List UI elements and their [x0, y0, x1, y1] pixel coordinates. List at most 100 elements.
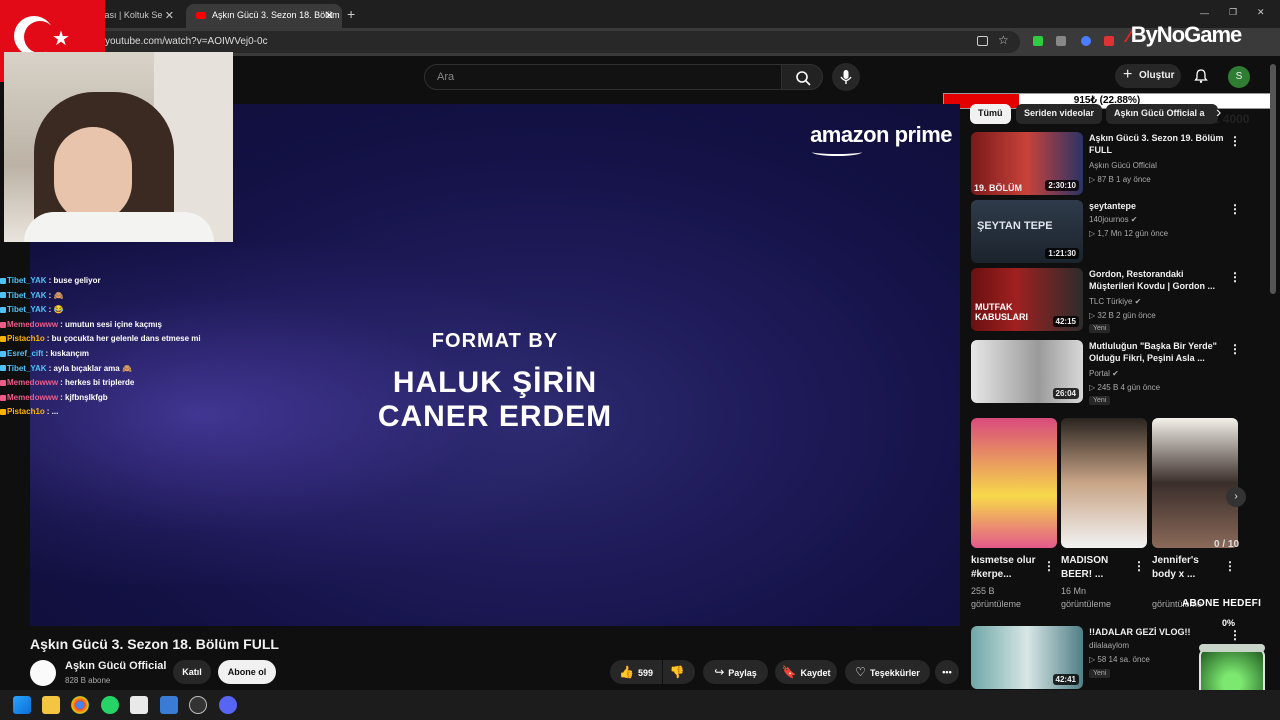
photos-icon[interactable] [160, 696, 178, 714]
more-vert-icon[interactable]: ⋮ [1224, 559, 1236, 573]
new-tab-button[interactable]: + [347, 6, 355, 22]
windows-start-icon[interactable] [13, 696, 31, 714]
recommendation-item[interactable]: MUTFAK KABUSLARI 42:15 Gordon, Restorand… [971, 268, 1261, 333]
video-meta: ▷ 1,7 Mn 12 gün önce [1089, 229, 1169, 238]
shorts-next-button[interactable]: › [1226, 487, 1246, 507]
short-thumbnail[interactable] [971, 418, 1057, 548]
chat-username: Tibet_YAK [7, 290, 47, 300]
url-field[interactable]: youtube.com/watch?v=AOIWVej0-0c [90, 31, 1020, 53]
file-explorer-icon[interactable] [42, 696, 60, 714]
short-title[interactable]: Jennifer's body x ... [1152, 554, 1222, 582]
obs-icon[interactable] [189, 696, 207, 714]
chip-series[interactable]: Seriden videolar [1016, 104, 1103, 124]
channel-name[interactable]: Portal ✔ [1089, 369, 1119, 378]
channel-name[interactable]: dilalaaylom [1089, 641, 1129, 650]
video-thumbnail[interactable]: 19. BÖLÜM 2:30:10 [971, 132, 1083, 195]
save-button[interactable]: 🔖 Kaydet [775, 660, 837, 684]
minimize-button[interactable]: — [1200, 8, 1209, 18]
chip-all[interactable]: Tümü [970, 104, 1011, 124]
video-thumbnail[interactable]: 42:41 [971, 626, 1083, 689]
short-title[interactable]: kısmetse olur #kerpe... [971, 554, 1041, 582]
subscribe-button[interactable]: Abone ol [218, 660, 276, 684]
extension-icon[interactable] [1056, 36, 1066, 46]
new-badge: Yeni [1089, 396, 1111, 405]
extension-icon[interactable] [1033, 36, 1043, 46]
video-meta: ▷ 32 B 2 gün önce [1089, 311, 1156, 320]
chrome-icon[interactable] [71, 696, 89, 714]
chat-message: Memedowww: kjfbnşlkfgb [0, 393, 230, 408]
video-duration: 1:21:30 [1045, 248, 1079, 259]
notifications-bell-icon[interactable] [1193, 68, 1209, 84]
account-avatar[interactable]: S [1228, 66, 1250, 88]
video-title[interactable]: Gordon, Restorandaki Müşterileri Kovdu |… [1089, 268, 1229, 292]
close-tab-icon[interactable]: ✕ [325, 9, 334, 22]
close-window-button[interactable]: ✕ [1257, 7, 1265, 18]
short-thumbnail[interactable] [1061, 418, 1147, 548]
more-vert-icon[interactable]: ⋮ [1229, 342, 1241, 356]
more-vert-icon[interactable]: ⋮ [1229, 134, 1241, 148]
discord-icon[interactable] [219, 696, 237, 714]
close-tab-icon[interactable]: ✕ [165, 9, 174, 22]
thanks-label: Teşekkürler [869, 668, 920, 678]
bookmark-star-icon[interactable]: ☆ [998, 33, 1009, 47]
recommendation-item[interactable]: 26:04 Mutluluğun "Başka Bir Yerde" Olduğ… [971, 340, 1261, 405]
voice-search-button[interactable] [832, 63, 860, 91]
more-vert-icon[interactable]: ⋮ [1133, 559, 1145, 573]
join-button[interactable]: Katıl [173, 660, 211, 684]
more-vert-icon[interactable]: ⋮ [1229, 270, 1241, 284]
channel-name[interactable]: Aşkın Gücü Official [65, 660, 166, 672]
video-title[interactable]: şeytantepe [1089, 200, 1229, 212]
video-title[interactable]: Mutluluğun "Başka Bir Yerde" Olduğu Fikr… [1089, 340, 1229, 364]
video-thumbnail[interactable]: 26:04 [971, 340, 1083, 403]
channel-name[interactable]: TLC Türkiye ✔ [1089, 297, 1141, 306]
channel-subscribers: 828 B abone [65, 676, 111, 685]
user-badge-icon [0, 350, 6, 357]
whatsapp-icon[interactable] [101, 696, 119, 714]
thumbnail-badge: ŞEYTAN TEPE [977, 220, 1053, 232]
like-button[interactable]: 👍 599 [610, 660, 662, 684]
share-button[interactable]: ↪ Paylaş [703, 660, 768, 684]
video-title[interactable]: !!ADALAR GEZİ VLOG!! [1089, 626, 1229, 638]
recommendation-item[interactable]: ŞEYTAN TEPE 1:21:30 şeytantepe 140journo… [971, 200, 1261, 264]
search-button[interactable] [781, 64, 823, 90]
short-title[interactable]: MADISON BEER! ... [1061, 554, 1131, 582]
short-item[interactable]: Jennifer's body x ... görüntüleme ⋮ [1152, 418, 1238, 611]
short-thumbnail[interactable] [1152, 418, 1238, 548]
bynogame-watermark: ⁄ByNoGame [1128, 22, 1242, 48]
create-button[interactable]: + Oluştur [1115, 64, 1181, 88]
more-vert-icon[interactable]: ⋮ [1043, 559, 1055, 573]
extension-icon[interactable] [1104, 36, 1114, 46]
thanks-button[interactable]: ♡ Teşekkürler [845, 660, 930, 684]
video-thumbnail[interactable]: MUTFAK KABUSLARI 42:15 [971, 268, 1083, 331]
chat-text: : kıskançım [45, 348, 90, 358]
more-actions-button[interactable]: ••• [935, 660, 959, 684]
chip-channel[interactable]: Aşkın Gücü Official a [1106, 104, 1218, 124]
amazon-smile-icon [812, 148, 863, 156]
video-title[interactable]: Aşkın Gücü 3. Sezon 19. Bölüm FULL [1089, 132, 1229, 156]
channel-avatar[interactable] [30, 660, 56, 686]
search-input[interactable]: Ara [424, 64, 782, 90]
recommendation-item[interactable]: 19. BÖLÜM 2:30:10 Aşkın Gücü 3. Sezon 19… [971, 132, 1261, 196]
channel-name[interactable]: Aşkın Gücü Official [1089, 161, 1157, 170]
more-vert-icon[interactable]: ⋮ [1229, 628, 1241, 642]
app-icon[interactable] [130, 696, 148, 714]
channel-name[interactable]: 140journos ✔ [1089, 215, 1138, 224]
scrollbar[interactable] [1270, 64, 1276, 294]
install-app-icon[interactable] [977, 36, 988, 46]
heart-dollar-icon: ♡ [855, 665, 866, 679]
browser-tab-bar: itası | Koltuk Se ✕ Aşkın Gücü 3. Sezon … [0, 0, 1280, 28]
bookmark-icon: 🔖 [781, 665, 797, 679]
chat-message: Memedowww: umutun sesi içine kaçmış [0, 320, 230, 335]
chips-next-icon[interactable]: › [1216, 104, 1221, 122]
video-thumbnail[interactable]: ŞEYTAN TEPE 1:21:30 [971, 200, 1083, 263]
browser-tab-askin-gucu[interactable]: Aşkın Gücü 3. Sezon 18. Bölüm ✕ [186, 4, 342, 28]
short-item[interactable]: MADISON BEER! ... 16 Mn görüntüleme ⋮ [1061, 418, 1147, 611]
chat-message: Tibet_YAK: 🙈 [0, 291, 230, 306]
more-vert-icon[interactable]: ⋮ [1229, 202, 1241, 216]
dislike-button[interactable]: 👎 [663, 660, 695, 684]
short-item[interactable]: kısmetse olur #kerpe... 255 B görüntülem… [971, 418, 1057, 611]
user-badge-icon [0, 380, 6, 387]
maximize-button[interactable]: ❐ [1229, 7, 1237, 18]
search-placeholder: Ara [437, 71, 455, 83]
extension-icon[interactable] [1081, 36, 1091, 46]
